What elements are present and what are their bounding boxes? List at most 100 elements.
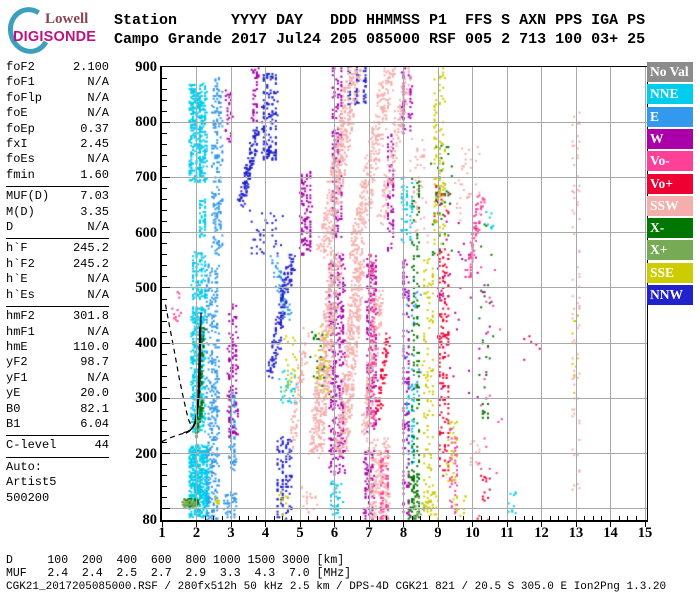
param-footer-line: Auto: [6,459,43,474]
param-value: N/A [87,324,109,339]
header-line-values: Campo Grande 2017 Jul24 205 085000 RSF 0… [114,30,646,48]
param-label: yE [6,386,21,401]
x-tick-label: 5 [296,525,304,541]
x-axis-major-tick [506,522,508,527]
x-axis-minor-tick [558,516,560,520]
x-axis-major-tick [368,522,370,527]
param-label: yF1 [6,370,28,385]
parameter-panel: foF2 2.100 foF1 N/A foFlp N/A foE N/A foEp 0.37 fx… [6,60,109,511]
param-row: hmE 110.0 [6,340,109,355]
param-value: 2.45 [80,137,109,152]
param-label: B0 [6,401,21,416]
x-axis-minor-tick [584,516,586,520]
param-label: foF1 [6,75,35,90]
header-line-columns: Station YYYY DAY DDD HHMMSS P1 FFS S AXN… [114,12,646,29]
x-axis-major-tick [265,522,266,527]
x-axis-major-tick [403,522,404,527]
param-row: yF2 98.7 [6,355,109,370]
y-axis-tick [162,331,167,333]
horizontal-gridline [162,176,647,178]
param-value: 20.0 [80,386,109,401]
vertical-gridline [541,67,542,520]
y-axis-tick [162,342,170,344]
param-row: h`F2 245.2 [6,257,109,272]
y-axis-tick [162,309,167,311]
y-tick-label: 300 [135,390,157,407]
y-axis-tick [162,110,167,112]
param-row: foEp 0.37 [6,122,109,137]
param-footer-line: Artist5 [6,475,57,490]
param-row: foF2 2.100 [6,60,109,75]
vertical-gridline [368,67,370,520]
legend-item: X- [647,218,693,239]
x-axis-minor-tick [316,516,318,520]
x-axis-minor-tick [489,516,491,520]
y-axis-tick [162,132,167,134]
x-axis-minor-tick [592,516,594,520]
param-label: MUF(D) [6,189,50,204]
x-tick-label: 2 [192,525,201,541]
file-info-line: CGK21_2017205085000.RSF / 280fx512h 50 k… [6,581,667,593]
horizontal-gridline [162,508,647,510]
legend-item: W [647,128,693,149]
trace-extrapolated-dashed [162,432,184,443]
x-tick-label: 10 [465,525,480,541]
param-value: N/A [87,106,109,121]
x-axis-minor-tick [247,516,249,520]
x-axis-minor-tick [627,516,629,520]
x-axis-minor-tick [308,516,310,520]
x-tick-label: 1 [158,525,166,541]
horizontal-gridline [162,342,647,344]
x-axis-minor-tick [446,516,448,520]
horizontal-gridline [162,121,647,123]
param-label: C-level [6,438,57,453]
legend-item: SSW [647,195,693,216]
param-group: MUF(D) 7.03 M(D) 3.35 D N/A [6,189,109,240]
param-label: h`F [6,241,28,256]
param-row: foF1 N/A [6,75,109,90]
y-tick-label: 900 [135,59,157,75]
y-axis-tick [162,287,170,289]
y-axis-tick [162,353,167,355]
param-row: M(D) 3.35 [6,205,109,220]
legend-item: Vo- [647,151,693,172]
param-row: hmF1 N/A [6,325,109,340]
y-axis-tick [162,486,167,488]
y-axis-tick [162,431,167,433]
x-axis-minor-tick [549,516,551,520]
param-label: foF2 [6,60,35,74]
x-axis-minor-tick [290,516,292,520]
x-tick-label: 12 [534,525,549,541]
legend-item: X+ [647,240,693,261]
param-value: N/A [87,90,109,105]
param-label: yF2 [6,355,28,370]
y-tick-label: 200 [135,445,157,462]
x-tick-label: 7 [365,525,373,541]
x-axis-minor-tick [428,516,430,520]
param-value: 110.0 [72,339,109,354]
y-tick-label: 400 [135,335,157,352]
station-header: Station YYYY DAY DDD HHMMSS P1 FFS S AXN… [114,12,645,49]
param-label: hmF2 [6,309,35,324]
y-tick-label: 700 [135,169,157,186]
y-axis-tick [162,453,170,455]
y-axis-tick [162,232,170,234]
param-value: N/A [87,220,109,235]
param-row: fmin 1.60 [6,168,109,183]
x-axis-minor-tick [204,516,206,520]
y-axis-tick [162,243,167,245]
vertical-gridline [334,67,335,520]
logo-digisonde-text: DIGISONDE [13,29,97,45]
x-axis-minor-tick [515,516,517,520]
param-row: MUF(D) 7.03 [6,189,109,204]
x-tick-label: 6 [330,525,339,541]
y-axis-tick [162,77,167,79]
muf-row: MUF 2.4 2.4 2.5 2.7 2.9 3.3 4.3 7.0 [MHz… [6,567,352,580]
param-label: h`Es [6,287,35,302]
x-axis-minor-tick [420,516,422,520]
x-axis-minor-tick [411,516,413,520]
horizontal-gridline [162,397,647,399]
x-axis-minor-tick [385,516,387,520]
x-axis-minor-tick [532,516,534,520]
y-axis-tick [162,188,167,190]
